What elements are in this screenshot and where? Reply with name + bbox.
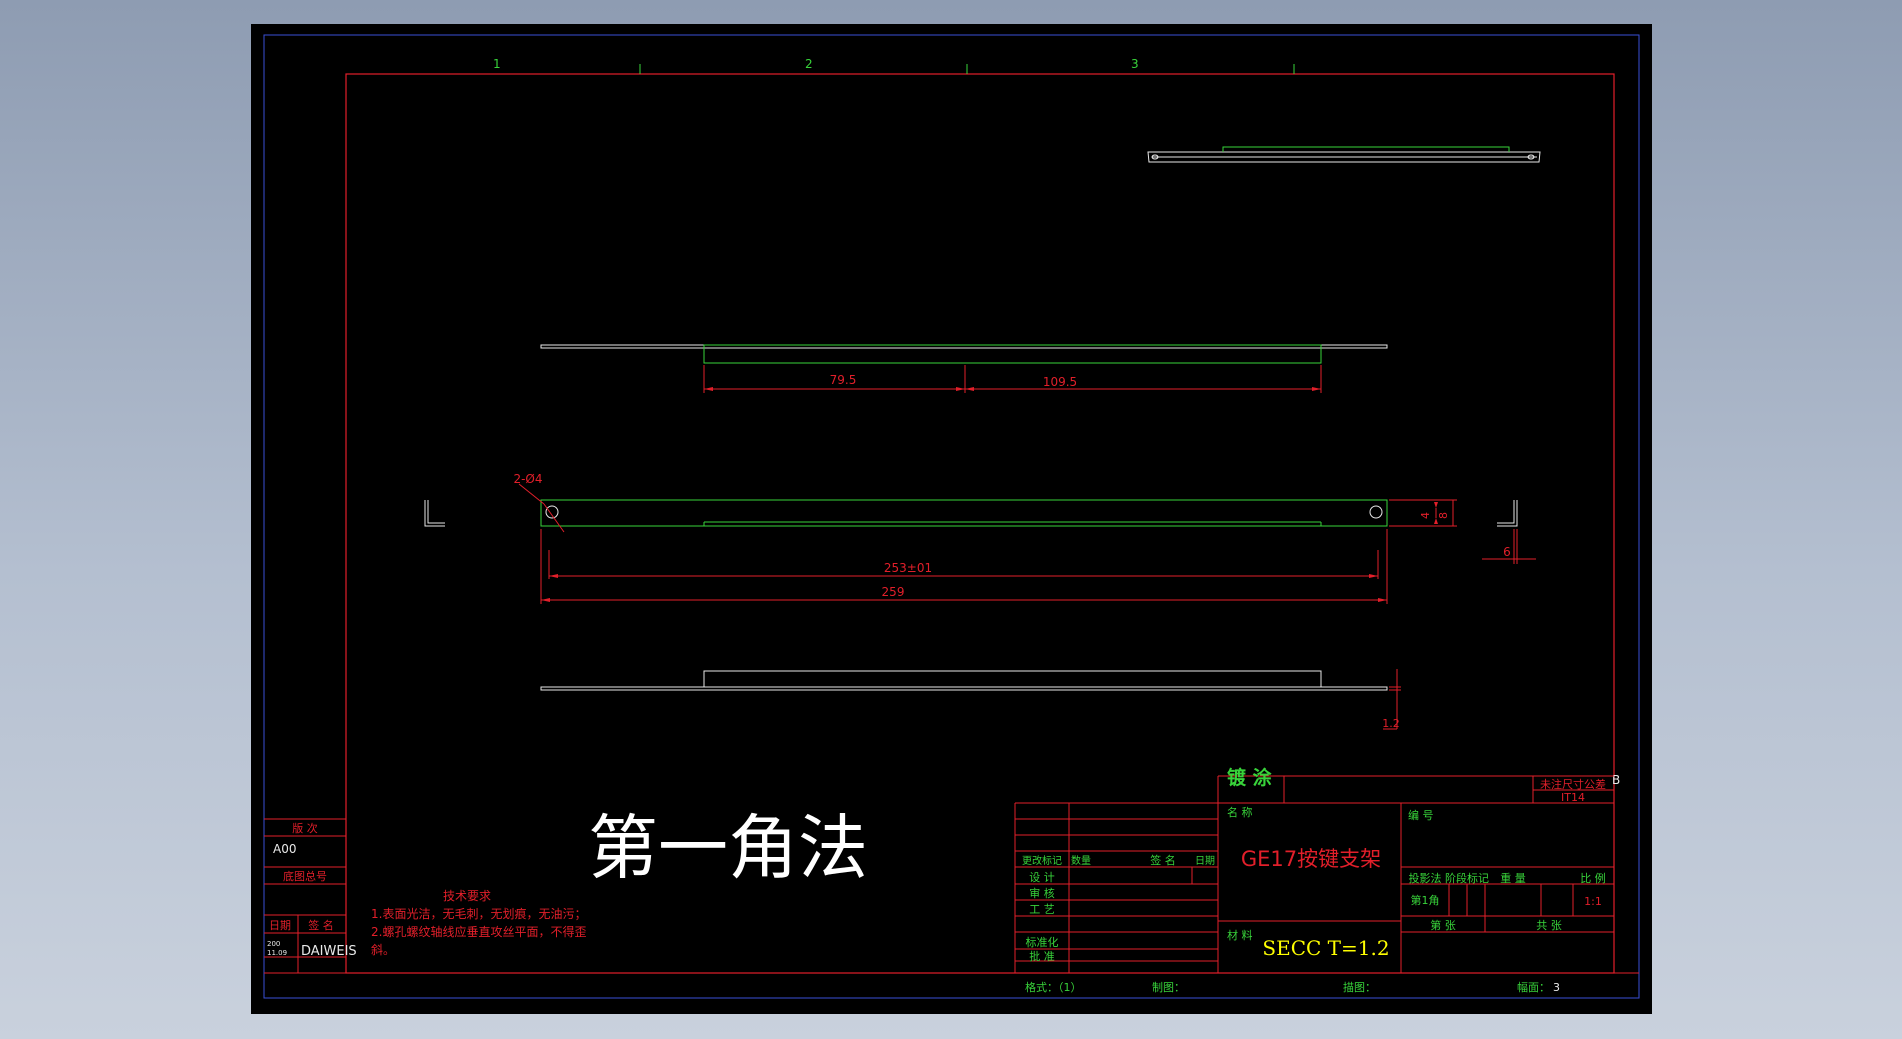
drawing-sheet: 1 2 3 B 79.5 109.5 2-Ø4 253±01 259 4 8 6… <box>251 24 1652 1014</box>
tech-req-line3: 斜。 <box>371 943 395 957</box>
zone-label-3: 3 <box>1131 57 1139 71</box>
date-value-1: 200 <box>267 940 280 948</box>
process-row: 工 艺 <box>1029 903 1055 916</box>
sheet-size-label: 幅面： <box>1517 981 1550 994</box>
total-sheets-label: 共 张 <box>1536 919 1562 932</box>
dim-6: 6 <box>1503 545 1511 559</box>
tolerance-label: 未注尺寸公差 <box>1540 777 1606 791</box>
tech-req-line1: 1.表面光洁，无毛刺，无划痕，无油污； <box>371 906 586 921</box>
number-label: 编 号 <box>1408 808 1434 822</box>
dim-hole-callout: 2-Ø4 <box>513 472 542 486</box>
scale-value: 1:1 <box>1584 895 1602 908</box>
projection-method-col: 投影法 <box>1409 871 1442 885</box>
dim-4: 4 <box>1419 512 1432 519</box>
plating-label: 镀 涂 <box>1227 766 1272 789</box>
top-view <box>540 344 1388 393</box>
old-drawing-no-label: 底图总号 <box>283 869 327 883</box>
iso-view <box>1147 146 1541 163</box>
name-label: 名 称 <box>1227 805 1253 819</box>
cad-drawing: 1 2 3 B 79.5 109.5 2-Ø4 253±01 259 4 8 6… <box>263 34 1640 999</box>
drawn-label: 制图： <box>1152 981 1185 994</box>
material-value: SECC T=1.2 <box>1262 936 1389 960</box>
dim-259: 259 <box>882 585 905 599</box>
outer-border <box>263 34 1640 999</box>
approve-row: 批 准 <box>1029 949 1055 963</box>
quantity-col: 数量 <box>1071 854 1091 867</box>
front-view <box>424 483 1536 604</box>
dim-253: 253±01 <box>884 561 932 575</box>
dim-109-5: 109.5 <box>1043 375 1077 389</box>
sheet-size-value: 3 <box>1553 981 1560 994</box>
tolerance-value: IT14 <box>1561 791 1585 804</box>
tech-req-line2: 2.螺孔螺纹轴线应垂直攻丝平面，不得歪 <box>371 924 586 939</box>
zone-label-b: B <box>1612 773 1620 787</box>
stage-mark-col: 阶段标记 <box>1445 871 1489 885</box>
projection-method-label: 第一角法 <box>588 807 868 889</box>
format-label: 格式：（1） <box>1025 980 1082 994</box>
first-angle-value: 第1角 <box>1411 893 1440 907</box>
date-col: 日期 <box>1195 855 1215 867</box>
date-value-2: 11.09 <box>267 949 287 957</box>
tech-req-title: 技术要求 <box>443 889 491 903</box>
signer-name: DAIWEIS <box>301 944 357 959</box>
inner-frame <box>345 73 1615 974</box>
date-label: 日期 <box>269 919 291 932</box>
scale-col: 比 例 <box>1580 871 1606 885</box>
zone-label-1: 1 <box>493 57 501 71</box>
version-label: 版 次 <box>292 821 318 835</box>
sign-label: 签 名 <box>308 918 334 932</box>
dim-8: 8 <box>1437 512 1450 519</box>
bottom-view <box>540 669 1401 730</box>
dim-1-2: 1.2 <box>1382 717 1400 730</box>
design-row: 设 计 <box>1029 871 1055 884</box>
version-value: A00 <box>273 842 296 856</box>
zone-label-2: 2 <box>805 57 813 71</box>
part-name: GE17按键支架 <box>1241 847 1381 871</box>
standardization-row: 标准化 <box>1026 935 1059 949</box>
material-label: 材 料 <box>1227 928 1253 942</box>
sheet-no-label: 第 张 <box>1430 918 1456 932</box>
traced-label: 描图： <box>1343 980 1376 994</box>
check-row: 审 核 <box>1029 886 1055 900</box>
weight-col: 重 量 <box>1500 871 1526 885</box>
sign-col: 签 名 <box>1150 853 1176 867</box>
change-mark-col: 更改标记 <box>1022 854 1062 867</box>
dim-79-5: 79.5 <box>830 373 857 387</box>
